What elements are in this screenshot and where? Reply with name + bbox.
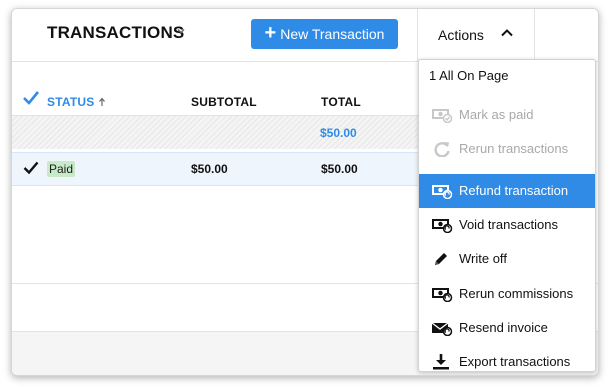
cash-refresh-icon bbox=[432, 288, 453, 302]
menu-item-label: Export transactions bbox=[459, 354, 571, 369]
pencil-icon bbox=[435, 253, 447, 265]
menu-item-label: Rerun transactions bbox=[459, 141, 569, 156]
transactions-window: TRANSACTIONS + New Transaction Actions S… bbox=[11, 8, 599, 376]
cash-refund-icon bbox=[432, 185, 453, 199]
chevron-down-icon[interactable] bbox=[176, 26, 186, 36]
actions-dropdown: 1 All On Page Mark as paid Rerun transac… bbox=[418, 59, 596, 372]
column-header-subtotal[interactable]: SUBTOTAL bbox=[191, 95, 257, 109]
menu-item-label: Write off bbox=[459, 251, 507, 266]
download-icon bbox=[433, 354, 449, 370]
menu-item-mark-as-paid[interactable]: Mark as paid bbox=[419, 98, 595, 132]
menu-item-rerun-commissions[interactable]: Rerun commissions bbox=[419, 277, 595, 311]
cash-void-icon bbox=[432, 219, 453, 233]
column-header-status[interactable]: STATUS bbox=[47, 95, 94, 109]
page-header: TRANSACTIONS + New Transaction Actions bbox=[12, 9, 598, 61]
plus-icon: + bbox=[264, 22, 277, 44]
menu-item-export-transactions[interactable]: Export transactions bbox=[419, 345, 595, 375]
cash-check-icon bbox=[432, 109, 453, 123]
status-badge: Paid bbox=[47, 161, 76, 177]
new-transaction-label: New Transaction bbox=[280, 26, 385, 42]
column-header-total[interactable]: TOTAL bbox=[321, 95, 361, 109]
select-all-check-icon[interactable] bbox=[22, 90, 40, 106]
subtotal-cell: $50.00 bbox=[191, 162, 228, 176]
actions-menu-button[interactable]: Actions bbox=[417, 9, 534, 61]
sort-ascending-icon bbox=[99, 97, 105, 106]
selection-scope-label: 1 All On Page bbox=[429, 68, 509, 83]
menu-item-label: Rerun commissions bbox=[459, 286, 574, 301]
header-divider bbox=[534, 9, 535, 61]
menu-item-refund-transaction[interactable]: Refund transaction bbox=[419, 174, 595, 208]
actions-label: Actions bbox=[438, 27, 484, 43]
total-cell: $50.00 bbox=[321, 162, 358, 176]
new-transaction-button[interactable]: + New Transaction bbox=[251, 19, 398, 49]
envelope-refresh-icon bbox=[431, 322, 453, 336]
menu-item-resend-invoice[interactable]: Resend invoice bbox=[419, 311, 595, 345]
summary-total: $50.00 bbox=[320, 126, 357, 140]
page-title: TRANSACTIONS bbox=[47, 23, 185, 42]
chevron-up-icon bbox=[501, 29, 513, 37]
menu-item-void-transactions[interactable]: Void transactions bbox=[419, 208, 595, 242]
menu-item-label: Void transactions bbox=[459, 217, 559, 232]
menu-item-write-off[interactable]: Write off bbox=[419, 242, 595, 276]
refresh-icon bbox=[434, 142, 450, 157]
menu-item-label: Resend invoice bbox=[459, 320, 548, 335]
menu-item-label: Mark as paid bbox=[459, 107, 534, 122]
summary-row bbox=[12, 115, 422, 149]
row-check-icon[interactable] bbox=[23, 161, 39, 175]
menu-item-rerun-transactions[interactable]: Rerun transactions bbox=[419, 132, 595, 166]
menu-item-label: Refund transaction bbox=[459, 183, 569, 198]
